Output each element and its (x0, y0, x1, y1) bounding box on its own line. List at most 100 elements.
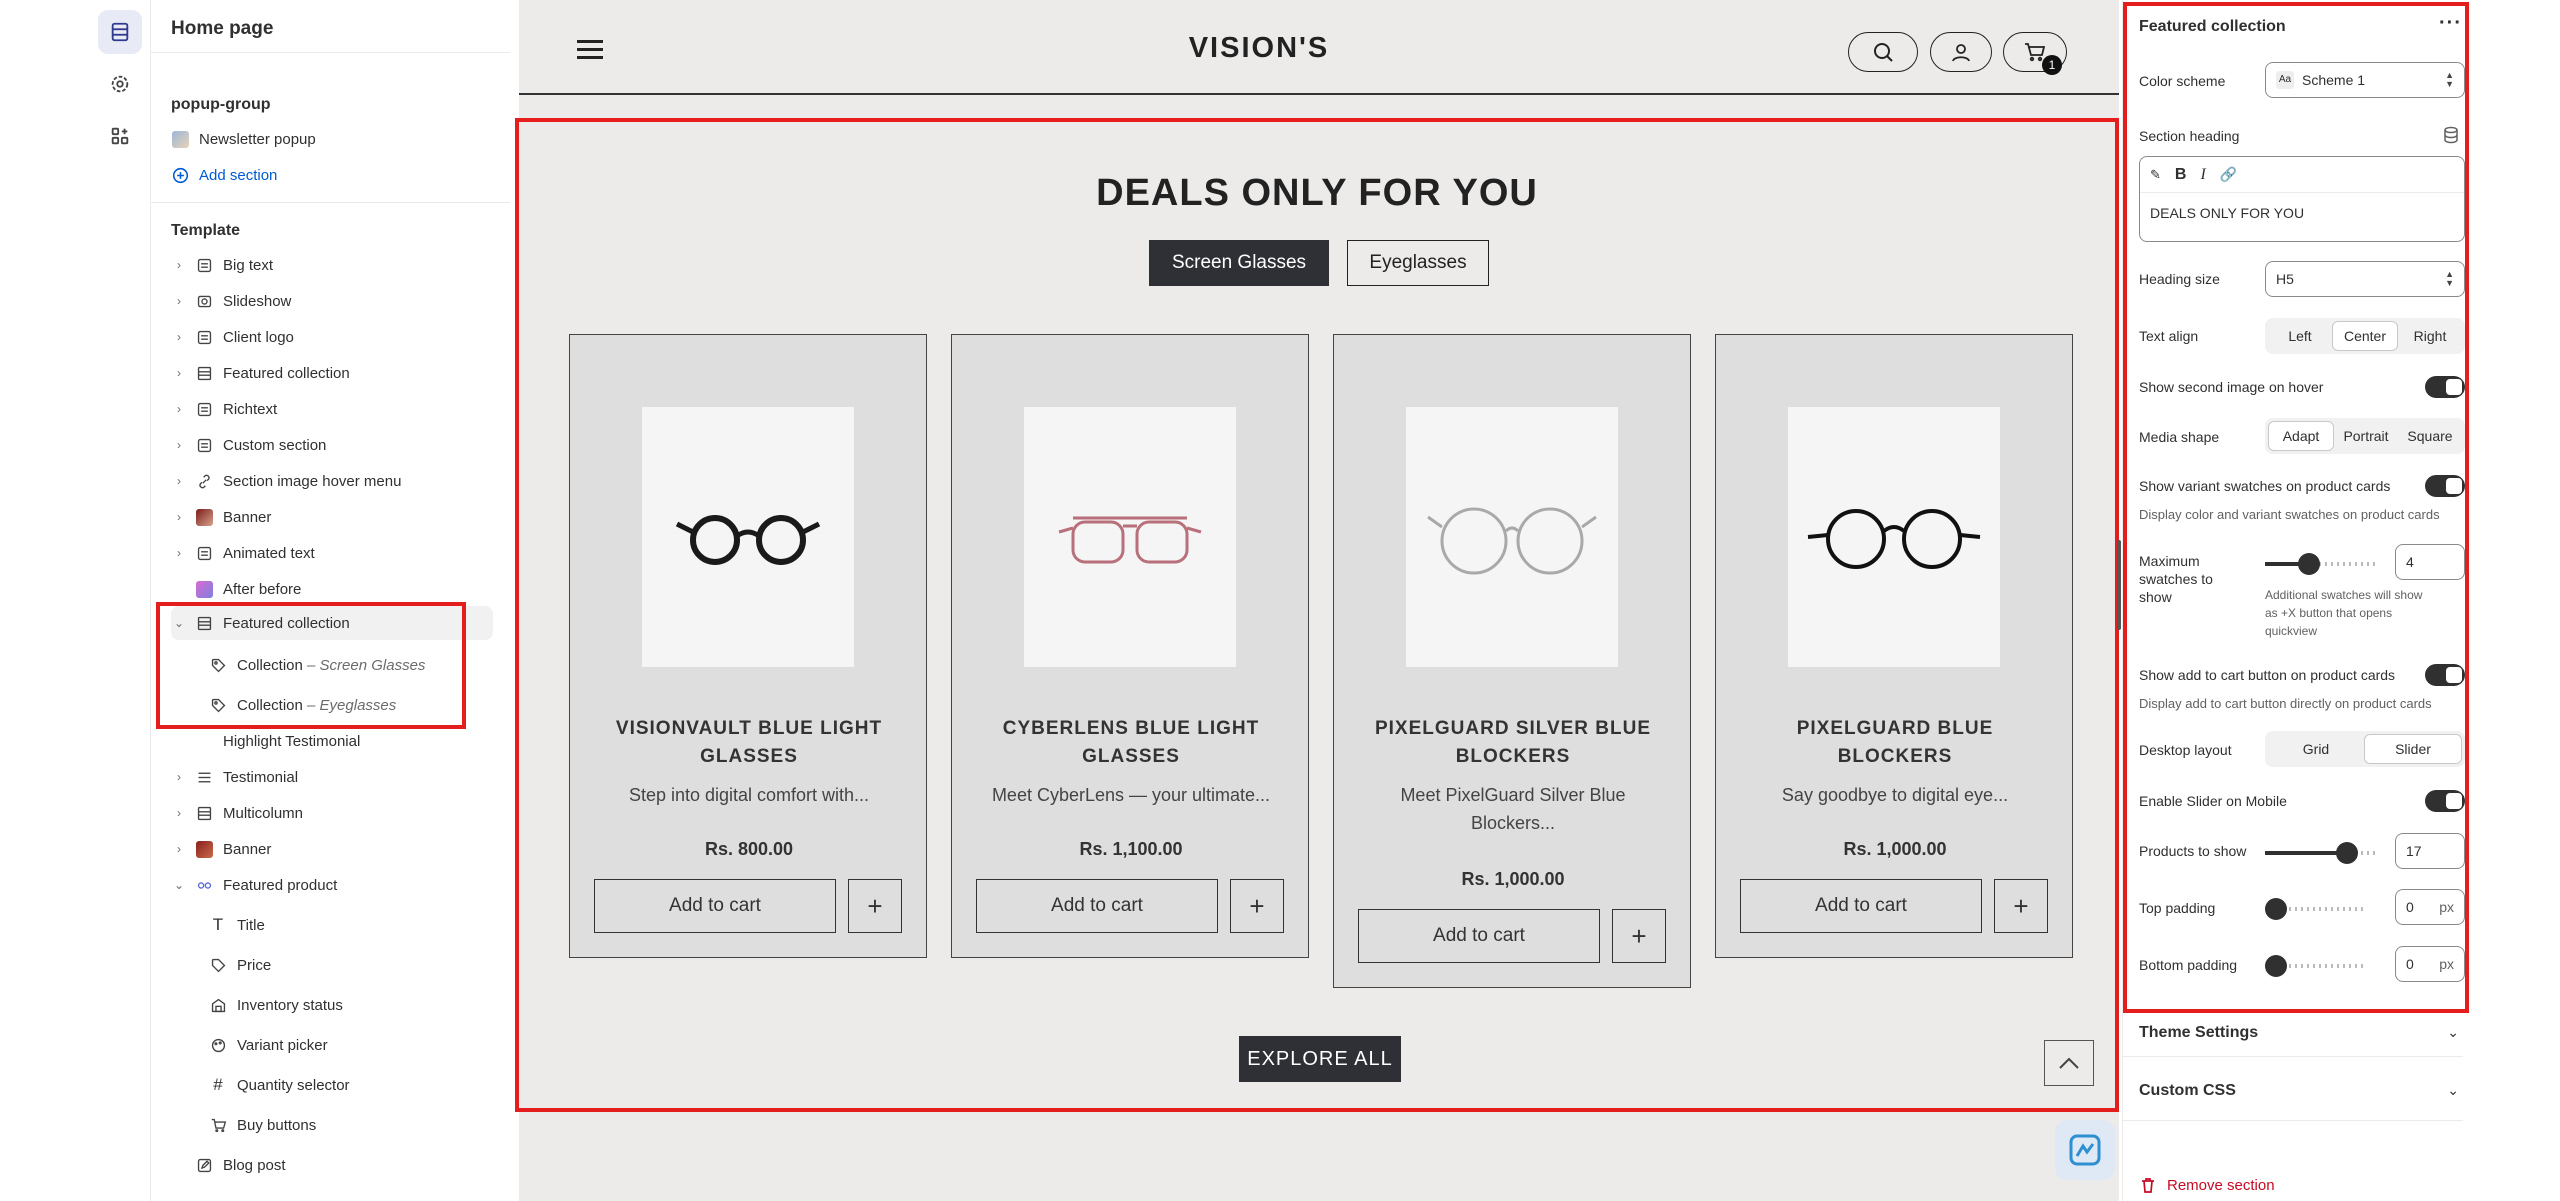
block-item-title[interactable]: T Title (209, 908, 493, 942)
quick-add-button[interactable]: + (848, 879, 902, 933)
slider-handle[interactable] (2265, 955, 2287, 977)
product-title[interactable]: PIXELGUARD BLUE BLOCKERS (1736, 715, 2054, 771)
top-padding-input[interactable]: 0 px (2395, 889, 2465, 925)
add-section-button[interactable]: Add section (171, 158, 493, 192)
quick-add-button[interactable]: + (1230, 879, 1284, 933)
sidebar-item-big-text[interactable]: › Big text (171, 248, 493, 282)
more-options-icon[interactable]: ··· (2439, 12, 2462, 35)
sidebar-item-featured-collection[interactable]: › Featured collection (171, 356, 493, 390)
sidebar-item-banner[interactable]: › Banner (171, 500, 493, 534)
scroll-indicator[interactable] (2117, 540, 2121, 630)
account-icon[interactable] (1930, 32, 1992, 72)
tab-screen-glasses[interactable]: Screen Glasses (1149, 240, 1329, 286)
second-image-toggle[interactable] (2425, 376, 2465, 398)
add-to-cart-toggle[interactable] (2425, 664, 2465, 686)
gear-icon[interactable] (98, 62, 142, 106)
search-icon[interactable] (1848, 32, 1918, 72)
chevron-right-icon[interactable]: › (171, 546, 187, 560)
product-title[interactable]: PIXELGUARD SILVER BLUE BLOCKERS (1354, 715, 1672, 771)
sidebar-item-animated-text[interactable]: › Animated text (171, 536, 493, 570)
heading-size-select[interactable]: H5 ▲ ▼ (2265, 261, 2465, 297)
media-shape-adapt[interactable]: Adapt (2268, 421, 2334, 451)
product-image[interactable] (1024, 407, 1236, 667)
bold-icon[interactable]: B (2175, 166, 2187, 184)
chevron-right-icon[interactable]: › (171, 510, 187, 524)
product-card[interactable]: PIXELGUARD SILVER BLUE BLOCKERS Meet Pixe… (1333, 334, 1691, 988)
sidebar-item-multicolumn[interactable]: › Multicolumn (171, 796, 493, 830)
desktop-layout-grid[interactable]: Grid (2268, 734, 2364, 764)
quick-add-button[interactable]: + (1994, 879, 2048, 933)
chat-widget-icon[interactable] (2055, 1120, 2115, 1180)
sidebar-item-client-logo[interactable]: › Client logo (171, 320, 493, 354)
color-scheme-select[interactable]: Aa Scheme 1 ▲ ▼ (2265, 62, 2465, 98)
product-image[interactable] (642, 407, 854, 667)
add-to-cart-button[interactable]: Add to cart (1358, 909, 1600, 963)
chevron-right-icon[interactable]: › (171, 806, 187, 820)
bottom-padding-input[interactable]: 0 px (2395, 946, 2465, 982)
chevron-right-icon[interactable]: › (171, 770, 187, 784)
desktop-layout-slider[interactable]: Slider (2364, 734, 2462, 764)
sidebar-item-custom-section[interactable]: › Custom section (171, 428, 493, 462)
database-icon[interactable] (2443, 126, 2459, 149)
block-item-inventory-status[interactable]: Inventory status (209, 988, 493, 1022)
block-item-price[interactable]: Price (209, 948, 493, 982)
product-image[interactable] (1788, 407, 2000, 667)
quick-add-button[interactable]: + (1612, 909, 1666, 963)
chevron-right-icon[interactable]: › (171, 330, 187, 344)
explore-all-button[interactable]: EXPLORE ALL (1239, 1036, 1401, 1082)
add-to-cart-button[interactable]: Add to cart (1740, 879, 1982, 933)
product-title[interactable]: CYBERLENS BLUE LIGHT GLASSES (972, 715, 1290, 771)
link-icon[interactable]: 🔗 (2220, 166, 2237, 183)
text-align-left[interactable]: Left (2268, 321, 2332, 351)
section-heading-input[interactable]: DEALS ONLY FOR YOU (2140, 193, 2464, 233)
theme-settings-accordion[interactable]: Theme Settings ⌄ (2139, 1024, 2459, 1042)
sidebar-item-banner-2[interactable]: › Banner (171, 832, 493, 866)
tab-eyeglasses[interactable]: Eyeglasses (1347, 240, 1489, 286)
chevron-down-icon[interactable]: ⌄ (171, 878, 187, 892)
chevron-right-icon[interactable]: › (171, 842, 187, 856)
sidebar-item-richtext[interactable]: › Richtext (171, 392, 493, 426)
store-logo[interactable]: VISION'S (519, 32, 1999, 65)
chevron-right-icon[interactable]: › (171, 438, 187, 452)
apps-icon[interactable] (98, 114, 142, 158)
sidebar-item-newsletter-popup[interactable]: Newsletter popup (171, 122, 493, 156)
block-item-quantity-selector[interactable]: # Quantity selector (209, 1068, 493, 1102)
sidebar-item-testimonial[interactable]: › Testimonial (171, 760, 493, 794)
media-shape-portrait[interactable]: Portrait (2334, 421, 2398, 451)
text-align-center[interactable]: Center (2332, 321, 2398, 351)
slider-mobile-toggle[interactable] (2425, 790, 2465, 812)
remove-section-button[interactable]: Remove section (2139, 1176, 2275, 1194)
sidebar-item-highlight-testimonial[interactable]: Highlight Testimonial (171, 724, 493, 758)
sidebar-item-section-image-hover-menu[interactable]: › Section image hover menu (171, 464, 493, 498)
add-to-cart-button[interactable]: Add to cart (976, 879, 1218, 933)
chevron-right-icon[interactable]: › (171, 258, 187, 272)
block-item-buy-buttons[interactable]: Buy buttons (209, 1108, 493, 1142)
chevron-right-icon[interactable]: › (171, 294, 187, 308)
sidebar-item-slideshow[interactable]: › Slideshow (171, 284, 493, 318)
slider-handle[interactable] (2265, 898, 2287, 920)
media-shape-square[interactable]: Square (2398, 421, 2462, 451)
block-item-variant-picker[interactable]: Variant picker (209, 1028, 493, 1062)
section-heading-editor[interactable]: ✎ B I 🔗 DEALS ONLY FOR YOU (2139, 156, 2465, 242)
max-swatches-input[interactable]: 4 (2395, 544, 2465, 580)
cart-icon[interactable]: 1 (2003, 32, 2067, 75)
slider-handle[interactable] (2298, 553, 2320, 575)
custom-css-accordion[interactable]: Custom CSS ⌄ (2139, 1082, 2459, 1100)
italic-icon[interactable]: I (2200, 166, 2205, 184)
products-to-show-input[interactable]: 17 (2395, 833, 2465, 869)
sidebar-item-featured-product[interactable]: ⌄ Featured product (171, 868, 493, 902)
chevron-up-icon[interactable] (2044, 1040, 2094, 1086)
slider-handle[interactable] (2336, 842, 2358, 864)
add-to-cart-button[interactable]: Add to cart (594, 879, 836, 933)
product-card[interactable]: VISIONVAULT BLUE LIGHT GLASSES Step into … (569, 334, 927, 958)
sidebar-item-blog-post[interactable]: Blog post (171, 1148, 493, 1182)
product-image[interactable] (1406, 407, 1618, 667)
chevron-right-icon[interactable]: › (171, 366, 187, 380)
chevron-right-icon[interactable]: › (171, 474, 187, 488)
magic-icon[interactable]: ✎ (2150, 167, 2161, 183)
featured-collection-section[interactable]: DEALS ONLY FOR YOU Screen Glasses Eyegla… (515, 118, 2119, 1112)
product-card[interactable]: PIXELGUARD BLUE BLOCKERS Say goodbye to d… (1715, 334, 2073, 958)
product-title[interactable]: VISIONVAULT BLUE LIGHT GLASSES (590, 715, 908, 771)
product-card[interactable]: CYBERLENS BLUE LIGHT GLASSES Meet CyberLe… (951, 334, 1309, 958)
sections-icon[interactable] (98, 10, 142, 54)
